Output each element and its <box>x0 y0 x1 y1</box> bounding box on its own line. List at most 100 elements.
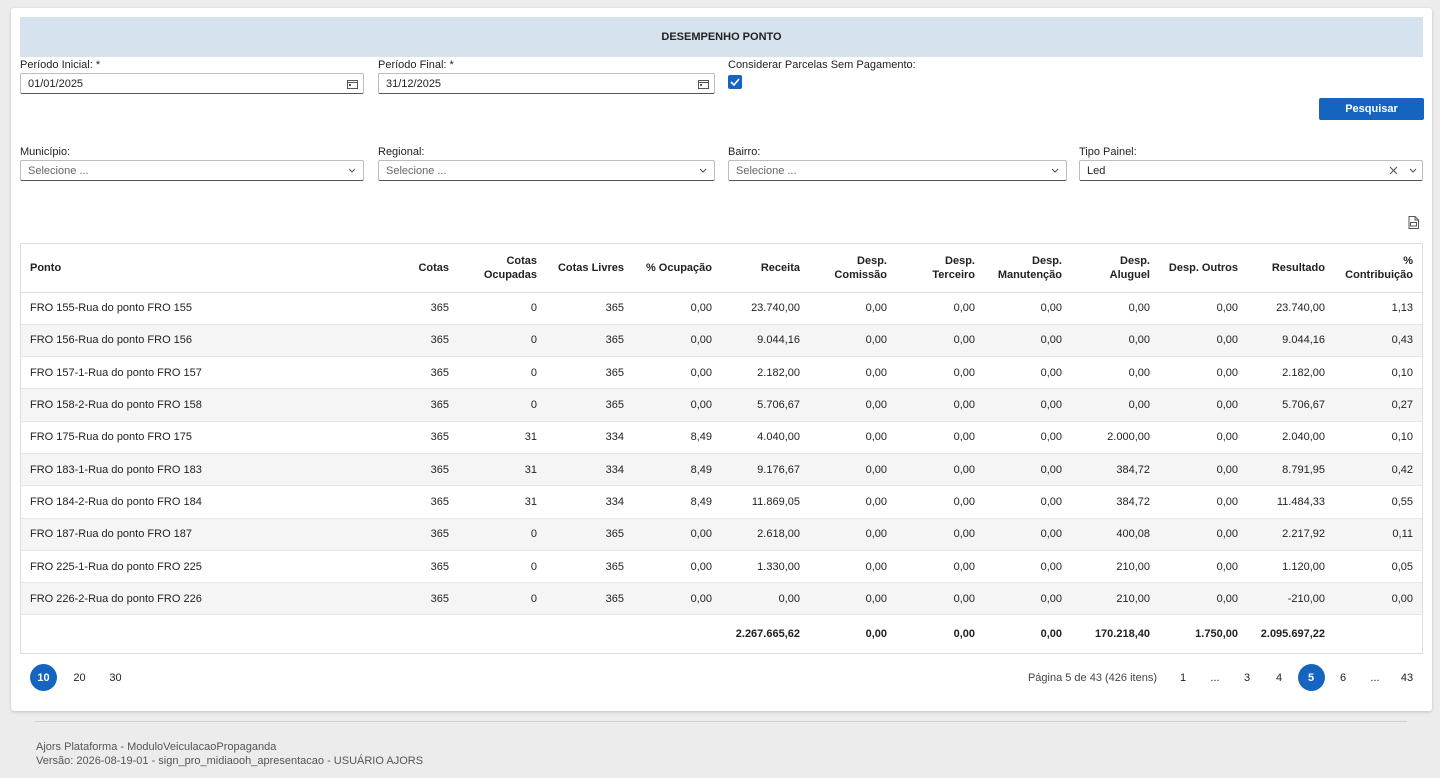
table-row[interactable]: FRO 155-Rua do ponto FRO 155 365 0 365 0,00 2… <box>21 292 1422 325</box>
export-pdf-icon[interactable] <box>1406 214 1420 230</box>
table-cell: FRO 158-2-Rua do ponto FRO 158 <box>21 388 372 422</box>
total-cell <box>458 614 546 653</box>
column-header[interactable]: % Ocupação <box>633 244 721 293</box>
table-cell: 0,00 <box>633 518 721 551</box>
column-header[interactable]: Desp. Aluguel <box>1071 244 1159 293</box>
table-cell: 0,00 <box>633 324 721 358</box>
table-cell: 0,00 <box>896 518 984 551</box>
table-cell: 11.484,33 <box>1247 485 1334 519</box>
table-cell: 0,00 <box>1071 324 1159 358</box>
page-size-option[interactable]: 30 <box>102 664 129 691</box>
column-header[interactable]: Desp. Outros <box>1159 244 1247 293</box>
table-row[interactable]: FRO 158-2-Rua do ponto FRO 158 365 0 365 0,0… <box>21 388 1422 422</box>
column-header[interactable]: % Contribuição <box>1334 244 1422 293</box>
tipo-painel-select[interactable]: Led <box>1079 160 1423 181</box>
table-cell: 8,49 <box>633 453 721 487</box>
search-button[interactable]: Pesquisar <box>1319 98 1424 120</box>
table-cell: 0 <box>458 356 546 390</box>
table-cell: 0,00 <box>896 582 984 616</box>
table-cell: 365 <box>546 388 633 422</box>
table-cell: 334 <box>546 453 633 487</box>
table-cell: 365 <box>372 388 458 422</box>
page-button[interactable]: 4 <box>1266 664 1293 691</box>
table-cell: 0,00 <box>633 388 721 422</box>
column-header[interactable]: Desp. Terceiro <box>896 244 984 293</box>
table-cell: 9.176,67 <box>721 453 809 487</box>
calendar-icon[interactable] <box>692 74 714 93</box>
page-button[interactable]: 43 <box>1394 664 1421 691</box>
table-row[interactable]: FRO 175-Rua do ponto FRO 175 365 31 334 8,49… <box>21 421 1422 454</box>
column-header[interactable]: Cotas Livres <box>546 244 633 293</box>
chevron-down-icon[interactable] <box>1404 161 1422 180</box>
total-cell <box>21 614 372 653</box>
table-row[interactable]: FRO 156-Rua do ponto FRO 156 365 0 365 0,00 9… <box>21 324 1422 358</box>
table-cell: FRO 184-2-Rua do ponto FRO 184 <box>21 485 372 519</box>
page-button[interactable]: 6 <box>1330 664 1357 691</box>
table-cell: 0 <box>458 582 546 616</box>
table-cell: FRO 157-1-Rua do ponto FRO 157 <box>21 356 372 390</box>
column-header[interactable]: Cotas Ocupadas <box>458 244 546 293</box>
total-cell: 0,00 <box>896 614 984 653</box>
page-button[interactable]: 5 <box>1297 664 1325 691</box>
page-button[interactable]: 1 <box>1170 664 1197 691</box>
chevron-down-icon[interactable] <box>1044 161 1066 180</box>
table-cell: 210,00 <box>1071 582 1159 616</box>
total-cell: 0,00 <box>809 614 896 653</box>
table-row[interactable]: FRO 187-Rua do ponto FRO 187 365 0 365 0,00 2… <box>21 518 1422 551</box>
column-header[interactable]: Resultado <box>1247 244 1334 293</box>
table-header-row: Ponto Cotas Cotas Ocupadas Cotas Livres% Oc… <box>21 244 1422 293</box>
column-header[interactable]: Receita <box>721 244 809 293</box>
column-header[interactable]: Desp. Comissão <box>809 244 896 293</box>
table-cell: 0,00 <box>633 292 721 325</box>
table-cell: 0,00 <box>809 356 896 390</box>
footer-version: Versão: 2026-08-19-01 - sign_pro_midiaoo… <box>36 755 424 767</box>
total-cell <box>372 614 458 653</box>
calendar-icon[interactable] <box>341 74 363 93</box>
bairro-select[interactable]: Selecione ... <box>728 160 1067 181</box>
table-cell: 365 <box>372 421 458 454</box>
chevron-down-icon[interactable] <box>692 161 714 180</box>
table-row[interactable]: FRO 226-2-Rua do ponto FRO 226 365 0 365 0,0… <box>21 582 1422 616</box>
table-row[interactable]: FRO 225-1-Rua do ponto FRO 225 365 0 365 0,0… <box>21 550 1422 584</box>
column-header[interactable]: Ponto <box>21 244 372 293</box>
table-row[interactable]: FRO 183-1-Rua do ponto FRO 183 365 31 334 8,… <box>21 453 1422 487</box>
municipio-select[interactable]: Selecione ... <box>20 160 364 181</box>
periodo-inicial-label: Período Inicial: * <box>20 59 101 71</box>
table-cell: 365 <box>546 356 633 390</box>
table-cell: 0,10 <box>1334 421 1422 454</box>
table-row[interactable]: FRO 184-2-Rua do ponto FRO 184 365 31 334 8,… <box>21 485 1422 519</box>
column-header[interactable]: Cotas <box>372 244 458 293</box>
table-cell: 5.706,67 <box>1247 388 1334 422</box>
periodo-inicial-input[interactable]: 01/01/2025 <box>20 73 364 94</box>
regional-select[interactable]: Selecione ... <box>378 160 715 181</box>
table-body: FRO 155-Rua do ponto FRO 155 365 0 365 0,00 2… <box>21 292 1422 616</box>
table-cell: 0,00 <box>984 453 1071 487</box>
considerar-parcelas-checkbox[interactable] <box>728 75 742 89</box>
table-cell: 5.706,67 <box>721 388 809 422</box>
table-cell: 0,00 <box>896 388 984 422</box>
page-size-selector: 10 20 30 <box>30 664 138 691</box>
periodo-final-input[interactable]: 31/12/2025 <box>378 73 715 94</box>
page-size-option[interactable]: 10 <box>30 664 57 691</box>
bairro-label: Bairro: <box>728 146 761 158</box>
periodo-inicial-value: 01/01/2025 <box>28 77 84 90</box>
column-header[interactable]: Desp. Manutenção <box>984 244 1071 293</box>
table-cell: 0,00 <box>1159 582 1247 616</box>
periodo-final-label: Período Final: * <box>378 59 454 71</box>
page-size-option[interactable]: 20 <box>66 664 93 691</box>
clear-icon[interactable] <box>1382 161 1404 180</box>
table-cell: 2.217,92 <box>1247 518 1334 551</box>
table-cell: FRO 155-Rua do ponto FRO 155 <box>21 292 372 325</box>
table-cell: 0 <box>458 550 546 584</box>
table-cell: 0,11 <box>1334 518 1422 551</box>
table-cell: 365 <box>372 453 458 487</box>
table-row[interactable]: FRO 157-1-Rua do ponto FRO 157 365 0 365 0,0… <box>21 356 1422 390</box>
page-button[interactable]: 3 <box>1234 664 1261 691</box>
chevron-down-icon[interactable] <box>341 161 363 180</box>
table-cell: 0 <box>458 388 546 422</box>
table-cell: 2.000,00 <box>1071 421 1159 454</box>
pagination-ellipsis: ... <box>1370 671 1380 684</box>
total-cell: 0,00 <box>984 614 1071 653</box>
table-cell: 0,00 <box>809 550 896 584</box>
table-cell: 0,00 <box>896 550 984 584</box>
